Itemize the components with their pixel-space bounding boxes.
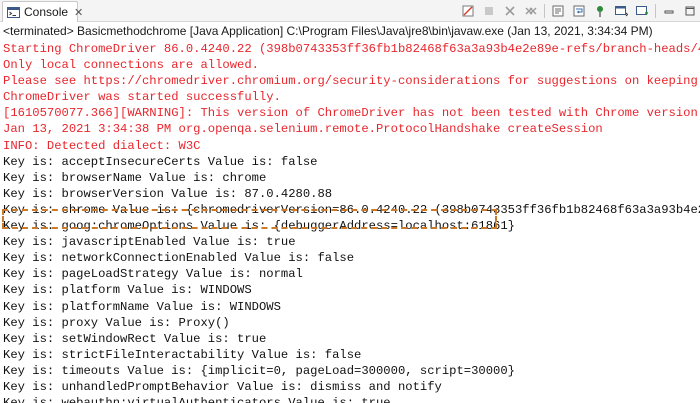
tab-console-label: Console: [24, 5, 69, 19]
console-line: Please see https://chromedriver.chromium…: [3, 74, 700, 89]
console-line: Key is: browserName Value is: chrome: [3, 170, 267, 185]
remove-all-icon[interactable]: [523, 3, 539, 19]
close-icon[interactable]: ✕: [74, 6, 83, 19]
console-output[interactable]: Starting ChromeDriver 86.0.4240.22 (398b…: [3, 41, 700, 403]
console-line: [1610570077.366][WARNING]: This version …: [3, 106, 700, 121]
toolbar-separator: [544, 4, 545, 18]
console-line: Key is: chrome Value is: {chromedriverVe…: [3, 202, 700, 217]
console-line: Key is: unhandledPromptBehavior Value is…: [3, 379, 442, 394]
console-line: Key is: javascriptEnabled Value is: true: [3, 235, 296, 250]
console-line: Key is: platform Value is: WINDOWS: [3, 283, 252, 298]
tab-console[interactable]: Console ✕: [2, 1, 83, 22]
console-line: Key is: networkConnectionEnabled Value i…: [3, 251, 355, 266]
process-status: <terminated> Basicmethodchrome [Java App…: [3, 24, 653, 38]
minimize-icon[interactable]: [661, 3, 677, 19]
remove-launch-icon[interactable]: [502, 3, 518, 19]
maximize-icon[interactable]: [682, 3, 698, 19]
scroll-lock-icon[interactable]: [550, 3, 566, 19]
console-icon: [7, 6, 20, 18]
terminate-icon[interactable]: [481, 3, 497, 19]
console-line: Key is: platformName Value is: WINDOWS: [3, 299, 281, 314]
console-line: Starting ChromeDriver 86.0.4240.22 (398b…: [3, 42, 700, 56]
console-line: Key is: browserVersion Value is: 87.0.42…: [3, 186, 333, 201]
console-line: Only local connections are allowed.: [3, 58, 259, 73]
clear-console-icon[interactable]: [460, 3, 476, 19]
toolbar-separator: [655, 4, 656, 18]
console-line: Key is: webauthn:virtualAuthenticators V…: [3, 395, 700, 403]
open-console-icon[interactable]: [634, 3, 650, 19]
console-line: Key is: pageLoadStrategy Value is: norma…: [3, 267, 303, 282]
pin-console-icon[interactable]: [592, 3, 608, 19]
console-toolbar: [460, 2, 698, 20]
console-line: INFO: Detected dialect: W3C: [3, 138, 201, 153]
console-line: Jan 13, 2021 3:34:38 PM org.openqa.selen…: [3, 122, 603, 137]
console-line: Key is: goog:chromeOptions Value is: {de…: [3, 219, 515, 234]
console-line: Key is: proxy Value is: Proxy(): [3, 315, 230, 330]
console-view: Console ✕ <terminated> Basicmethodchrome…: [0, 0, 700, 403]
console-line: Key is: acceptInsecureCerts Value is: fa…: [3, 154, 318, 169]
console-line: ChromeDriver was started successfully.: [3, 90, 281, 105]
console-line: Key is: timeouts Value is: {implicit=0, …: [3, 363, 515, 378]
word-wrap-icon[interactable]: [571, 3, 587, 19]
view-tab-bar: Console ✕: [0, 0, 700, 22]
display-console-icon[interactable]: [613, 3, 629, 19]
console-line: Key is: setWindowRect Value is: true: [3, 331, 267, 346]
console-line: Key is: strictFileInteractability Value …: [3, 347, 362, 362]
